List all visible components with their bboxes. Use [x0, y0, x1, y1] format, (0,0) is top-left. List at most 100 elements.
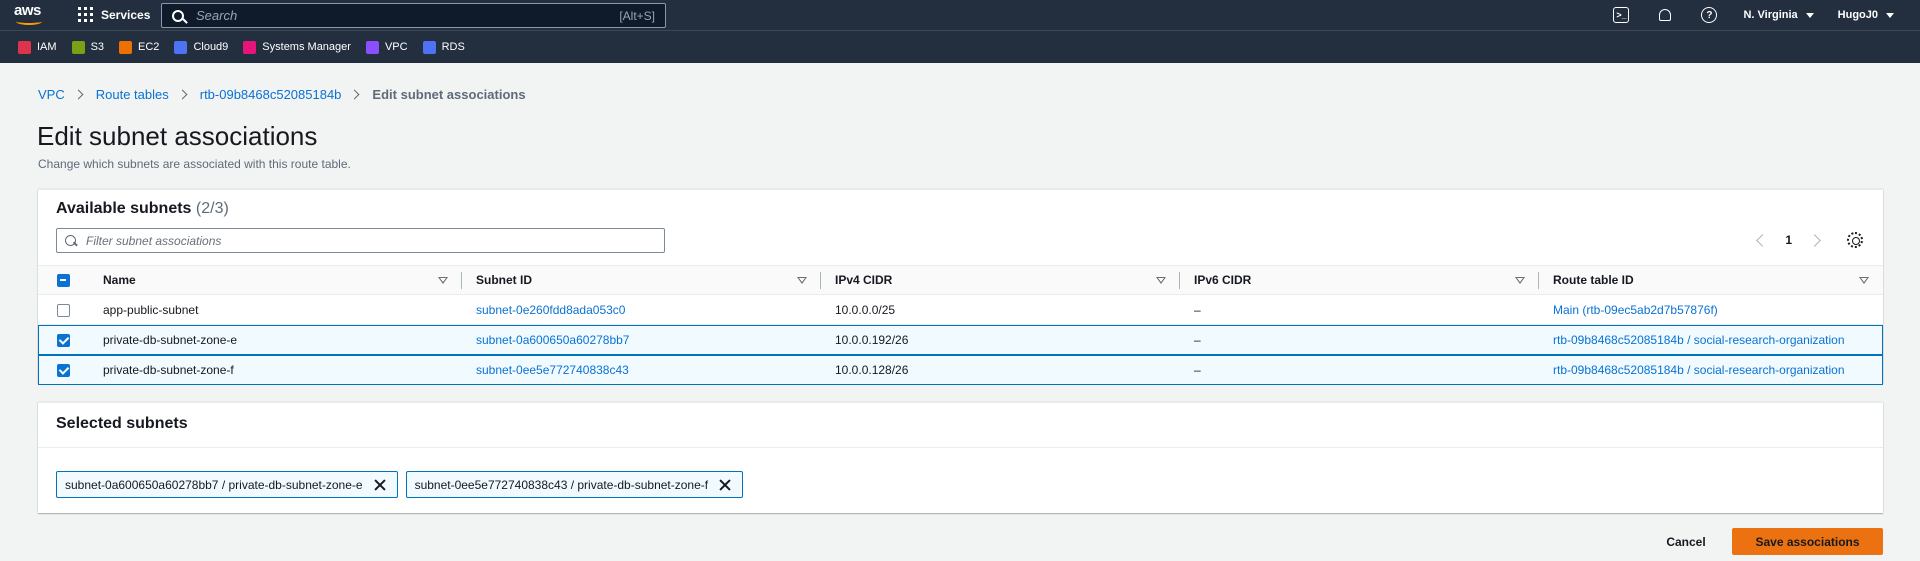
chevron-left-icon[interactable] [1756, 233, 1770, 247]
column-header-ipv4-cidr[interactable]: IPv4 CIDR [821, 266, 1180, 295]
cell-ipv4-cidr: 10.0.0.192/26 [835, 332, 909, 347]
cell-route-table-id: rtb-09b8468c52085184b / social-research-… [1539, 355, 1883, 385]
services-label: Services [101, 7, 151, 22]
nav-right-group: >_ ? N. Virginia HugoJ0 [1599, 0, 1906, 30]
favorite-vpc[interactable]: VPC [365, 40, 408, 54]
cancel-button[interactable]: Cancel [1646, 528, 1726, 555]
top-navigation: aws Services Search [Alt+S] >_ ? N. Virg… [0, 0, 1920, 30]
notifications-button[interactable] [1657, 7, 1673, 23]
cell-ipv4-cidr: 10.0.0.128/26 [835, 362, 909, 377]
search-icon [172, 9, 184, 22]
route-table-link[interactable]: Main (rtb-09ec5ab2d7b57876f) [1553, 303, 1718, 317]
favorite-label: VPC [384, 41, 408, 53]
column-label: IPv6 CIDR [1194, 273, 1252, 287]
favorite-rds[interactable]: RDS [422, 40, 465, 54]
caret-down-icon [1805, 12, 1814, 18]
row-select-cell [38, 295, 103, 325]
favorite-ec2[interactable]: EC2 [119, 40, 160, 54]
breadcrumb-route-tables[interactable]: Route tables [96, 87, 169, 102]
route-table-link[interactable]: rtb-09b8468c52085184b / social-research-… [1553, 333, 1845, 347]
cell-subnet-id: subnet-0e260fdd8ada053c0 [462, 295, 821, 325]
row-checkbox[interactable] [57, 303, 70, 317]
region-selector[interactable]: N. Virginia [1743, 9, 1814, 21]
cloudshell-icon[interactable]: >_ [1613, 7, 1630, 23]
grid-icon [78, 7, 93, 22]
column-header-ipv6-cidr[interactable]: IPv6 CIDR [1180, 266, 1539, 295]
page-description: Change which subnets are associated with… [38, 157, 351, 171]
selected-subnets-title: Selected subnets [56, 415, 188, 432]
breadcrumb: VPC Route tables rtb-09b8468c52085184b E… [38, 87, 526, 102]
sort-down-icon [1515, 276, 1525, 284]
breadcrumb-vpc[interactable]: VPC [38, 87, 65, 102]
row-select-cell [38, 325, 103, 355]
close-icon[interactable] [373, 478, 387, 492]
favorite-s3[interactable]: S3 [71, 40, 105, 54]
help-icon[interactable]: ? [1701, 7, 1718, 23]
page-number[interactable]: 1 [1785, 233, 1792, 247]
favorite-iam[interactable]: IAM [18, 40, 57, 54]
page-title: Edit subnet associations [37, 121, 318, 151]
chevron-right-icon[interactable] [1808, 233, 1821, 247]
column-header-route-table-id[interactable]: Route table ID [1539, 266, 1883, 295]
favorite-label: Systems Manager [262, 41, 351, 53]
chevron-right-icon [349, 89, 360, 100]
cell-name: private-db-subnet-zone-f [103, 362, 234, 377]
row-select-cell [38, 355, 103, 385]
row-checkbox[interactable] [57, 333, 70, 347]
column-header-name[interactable]: Name [103, 266, 462, 295]
cell-ipv6-cidr: – [1194, 302, 1201, 317]
account-label: HugoJ0 [1837, 9, 1878, 21]
iam-service-icon [18, 40, 31, 54]
row-checkbox[interactable] [57, 363, 70, 377]
gear-icon[interactable] [1847, 232, 1863, 248]
route-table-link[interactable]: rtb-09b8468c52085184b / social-research-… [1553, 363, 1845, 377]
available-subnets-title: Available subnets [56, 200, 192, 217]
select-all-checkbox[interactable] [57, 274, 70, 288]
favorite-label: EC2 [138, 41, 160, 53]
favorites-bar: IAM S3 EC2 Cloud9 Systems Manager VPC RD… [0, 30, 1920, 63]
rds-service-icon [422, 40, 436, 54]
table-row[interactable]: private-db-subnet-zone-f subnet-0ee5e772… [38, 354, 1883, 385]
available-subnets-count: (2/3) [195, 200, 229, 217]
sort-down-icon [797, 276, 807, 284]
breadcrumb-route-table-id[interactable]: rtb-09b8468c52085184b [200, 87, 342, 102]
table-row[interactable]: app-public-subnet subnet-0e260fdd8ada053… [38, 295, 1883, 325]
chevron-right-icon [73, 89, 84, 100]
available-subnets-panel: Available subnets (2/3) Filter subnet as… [38, 189, 1883, 385]
favorite-label: S3 [90, 41, 105, 53]
aws-logo[interactable]: aws [14, 3, 48, 27]
sort-down-icon [1859, 276, 1869, 284]
favorite-label: Cloud9 [193, 41, 229, 53]
filter-subnet-input[interactable]: Filter subnet associations [56, 228, 665, 253]
cell-subnet-id: subnet-0ee5e772740838c43 [462, 355, 821, 385]
global-search-input[interactable]: Search [Alt+S] [161, 3, 666, 28]
divider [38, 447, 1883, 448]
ec2-service-icon [119, 40, 133, 54]
available-subnets-header: Available subnets (2/3) [56, 200, 229, 218]
cell-route-table-id: Main (rtb-09ec5ab2d7b57876f) [1539, 295, 1883, 325]
sort-down-icon [1156, 276, 1166, 284]
favorite-label: IAM [37, 41, 57, 53]
selected-subnet-token: subnet-0ee5e772740838c43 / private-db-su… [405, 471, 744, 498]
account-menu[interactable]: HugoJ0 [1838, 9, 1894, 21]
column-label: IPv4 CIDR [835, 273, 893, 287]
column-header-subnet-id[interactable]: Subnet ID [462, 266, 821, 295]
aws-smile-icon [16, 18, 42, 25]
chevron-right-icon [177, 89, 188, 100]
favorite-label: RDS [441, 41, 465, 53]
column-label: Subnet ID [476, 273, 532, 287]
breadcrumb-current: Edit subnet associations [372, 87, 526, 102]
table-row[interactable]: private-db-subnet-zone-e subnet-0a600650… [38, 324, 1883, 355]
subnet-id-link[interactable]: subnet-0ee5e772740838c43 [476, 363, 629, 377]
favorite-systems-manager[interactable]: Systems Manager [243, 40, 351, 54]
cloud9-service-icon [174, 40, 188, 54]
favorite-cloud9[interactable]: Cloud9 [174, 40, 229, 54]
subnet-id-link[interactable]: subnet-0a600650a60278bb7 [476, 333, 629, 347]
cell-route-table-id: rtb-09b8468c52085184b / social-research-… [1539, 325, 1883, 355]
services-menu-button[interactable]: Services [78, 7, 150, 22]
bell-icon [1659, 9, 1672, 21]
save-associations-button[interactable]: Save associations [1732, 528, 1883, 555]
token-label: subnet-0ee5e772740838c43 / private-db-su… [414, 477, 709, 492]
close-icon[interactable] [718, 478, 732, 492]
subnet-id-link[interactable]: subnet-0e260fdd8ada053c0 [476, 303, 625, 317]
